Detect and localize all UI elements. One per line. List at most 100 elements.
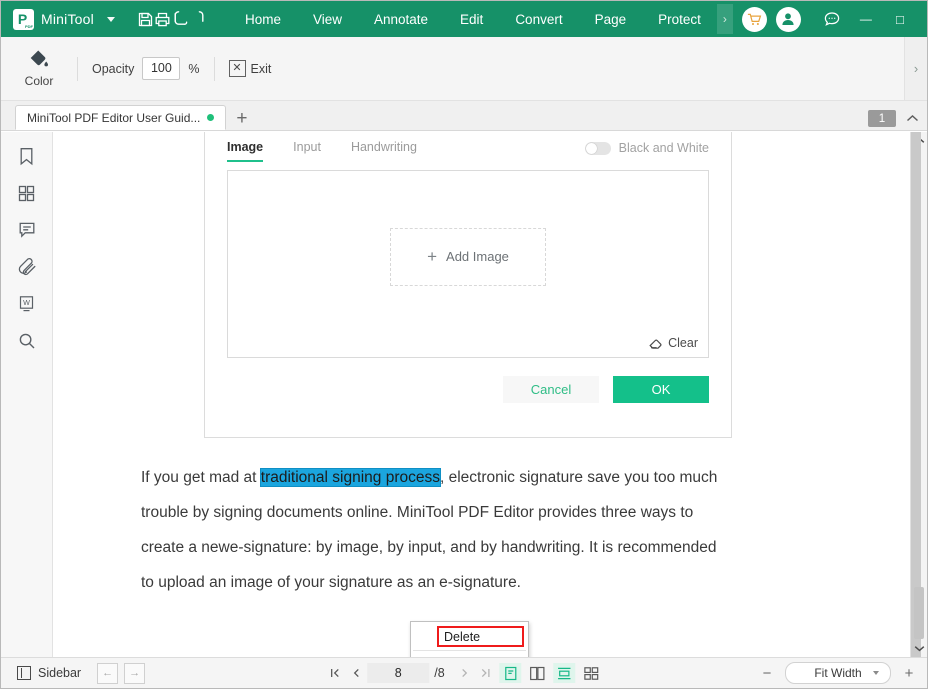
menu-page[interactable]: Page [579, 5, 643, 34]
paragraph-line-1: If you get mad at traditional signing pr… [141, 460, 871, 495]
cart-icon[interactable] [741, 6, 767, 32]
menu-annotate[interactable]: Annotate [358, 5, 444, 34]
context-menu-item-delete[interactable]: Delete [437, 626, 524, 647]
nav-forward-button[interactable]: → [124, 662, 146, 684]
ribbon-expand-chevron-right-icon[interactable]: › [904, 37, 927, 100]
signature-dialog: Image Input Handwriting Black and White … [204, 132, 732, 438]
app-menu-button[interactable]: P PDF MiniTool [9, 8, 119, 30]
left-tool-rail: W [1, 132, 53, 657]
total-pages-label: /8 [434, 666, 445, 680]
single-page-view-button[interactable] [499, 663, 522, 683]
tab-handwriting[interactable]: Handwriting [351, 140, 417, 162]
window-count-badge[interactable]: 1 [868, 110, 896, 127]
color-button[interactable]: Color [15, 49, 63, 88]
minimize-button[interactable]: — [849, 1, 883, 37]
tab-input[interactable]: Input [293, 140, 321, 162]
vertical-scrollbar[interactable] [910, 132, 927, 657]
tab-image[interactable]: Image [227, 140, 264, 162]
scroll-down-arrow-icon[interactable] [911, 640, 927, 657]
undo-icon[interactable] [171, 5, 189, 33]
save-icon[interactable] [137, 5, 154, 33]
navigation-arrows: ← → [97, 662, 146, 684]
divider [77, 56, 78, 81]
plus-icon: + [427, 247, 438, 267]
add-image-button[interactable]: + Add Image [390, 227, 546, 286]
first-page-button[interactable] [325, 662, 344, 684]
signature-dialog-actions: Cancel OK [205, 358, 731, 403]
zoom-in-button[interactable]: + [901, 665, 917, 682]
close-button[interactable]: ✕ [917, 1, 928, 37]
signature-canvas[interactable]: + Add Image Clear [227, 170, 709, 358]
opacity-label: Opacity [92, 61, 135, 76]
ok-button[interactable]: OK [613, 376, 709, 403]
two-page-view-button[interactable] [527, 663, 549, 683]
app-logo-icon: P PDF [13, 8, 34, 30]
cancel-button[interactable]: Cancel [503, 376, 599, 403]
tab-bar-right: 1 [868, 110, 927, 130]
page-number-input[interactable]: 8 [367, 663, 430, 683]
last-page-button[interactable] [476, 662, 495, 684]
print-icon[interactable] [154, 5, 171, 33]
opacity-input[interactable]: 100 [142, 57, 181, 80]
next-page-button[interactable] [455, 662, 474, 684]
chevron-up-icon[interactable] [906, 111, 919, 126]
add-image-label: Add Image [446, 249, 509, 265]
word-export-icon[interactable]: W [12, 292, 42, 316]
document-tab-bar: MiniTool PDF Editor User Guid... + 1 [1, 101, 927, 131]
menu-protect[interactable]: Protect [642, 5, 717, 34]
document-tab[interactable]: MiniTool PDF Editor User Guid... [15, 105, 227, 130]
chevron-down-icon[interactable] [106, 16, 115, 22]
highlighted-text[interactable]: traditional signing process [259, 468, 441, 487]
close-icon: ✕ [228, 60, 246, 77]
exit-button[interactable]: ✕ Exit [228, 60, 272, 77]
maximize-button[interactable]: □ [883, 1, 917, 37]
feedback-icon[interactable] [815, 1, 849, 37]
search-icon[interactable] [12, 329, 42, 353]
nav-back-button[interactable]: ← [97, 662, 119, 684]
divider [213, 56, 215, 81]
menu-separator [413, 650, 526, 651]
menu-view[interactable]: View [297, 5, 358, 34]
bookmark-icon[interactable] [12, 144, 42, 168]
thumbnail-grid-view-button[interactable] [581, 663, 603, 683]
previous-page-button[interactable] [346, 662, 365, 684]
color-label: Color [24, 74, 54, 88]
account-icon[interactable] [775, 6, 801, 32]
thumbnails-icon[interactable] [12, 181, 42, 205]
exit-label: Exit [250, 61, 272, 76]
comment-icon[interactable] [12, 218, 42, 242]
signature-dialog-tabs: Image Input Handwriting Black and White [205, 132, 731, 165]
continuous-scroll-view-button[interactable] [553, 663, 576, 683]
clear-label: Clear [668, 336, 698, 350]
zoom-level-select[interactable]: Fit Width [785, 662, 891, 684]
scrollbar-track-left [911, 132, 921, 657]
ribbon-toolbar: Color Opacity 100 % ✕ Exit › [1, 37, 927, 101]
eraser-icon [649, 339, 662, 349]
menu-overflow-chevron-right-icon[interactable]: › [716, 4, 733, 34]
paragraph-line-3: create a newe-signature: by image, by in… [141, 539, 717, 556]
zoom-level-label: Fit Width [814, 666, 862, 680]
black-and-white-toggle[interactable] [584, 141, 611, 155]
zoom-controls: − Fit Width + [759, 662, 917, 684]
menu-convert[interactable]: Convert [499, 5, 578, 34]
line1-before: If you get mad at [141, 469, 261, 486]
attachment-icon[interactable] [12, 255, 42, 279]
sidebar-toggle[interactable]: Sidebar [17, 666, 81, 680]
scrollbar-thumb[interactable] [914, 587, 924, 639]
black-and-white-label: Black and White [618, 141, 709, 155]
title-bar: P PDF MiniTool Home View Annotate Edit C… [1, 1, 928, 37]
document-viewport: Image Input Handwriting Black and White … [53, 132, 927, 657]
paragraph-line-4: to upload an image of your signature as … [141, 574, 521, 591]
opacity-group: Opacity 100 % [92, 57, 200, 80]
app-logo-tag: PDF [25, 23, 33, 29]
chevron-down-icon [873, 671, 879, 675]
context-menu-item-set-status[interactable]: Set status [411, 654, 528, 657]
redo-icon[interactable] [189, 5, 207, 33]
clear-button[interactable]: Clear [649, 336, 698, 350]
context-menu: Delete Set status Edit Manage [410, 621, 529, 657]
app-title: MiniTool [41, 11, 94, 27]
zoom-out-button[interactable]: − [759, 665, 775, 682]
menu-edit[interactable]: Edit [444, 5, 499, 34]
menu-home[interactable]: Home [229, 5, 297, 34]
new-tab-button[interactable]: + [226, 109, 257, 130]
